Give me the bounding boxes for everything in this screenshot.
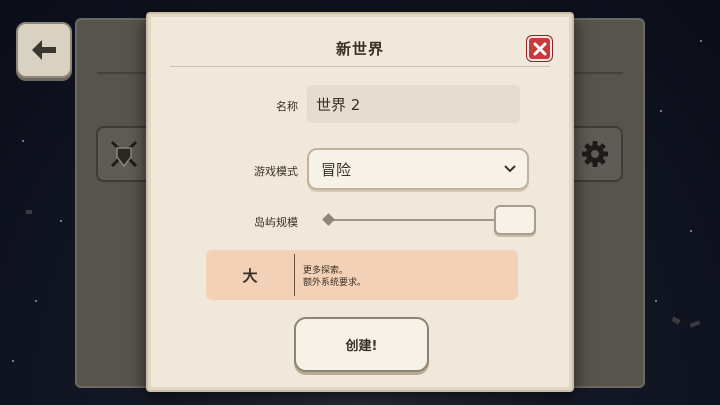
world-name-input[interactable]: 世界 2 [307, 85, 520, 123]
island-size-slider-track[interactable] [328, 219, 500, 221]
new-world-dialog: 新世界 名称 世界 2 游戏模式 冒险 岛屿规模 大 更多探索。 额外系统要求。… [146, 12, 574, 392]
dialog-title: 新世界 [335, 40, 384, 58]
create-button-label: 创建! [345, 339, 378, 354]
game-mode-select[interactable]: 冒险 [307, 148, 529, 190]
island-size-info: 大 更多探索。 额外系统要求。 [206, 250, 518, 300]
island-size-slider-thumb[interactable] [494, 205, 536, 235]
gear-icon [582, 141, 608, 167]
game-mode-label: 游戏模式 [254, 165, 298, 178]
create-button[interactable]: 创建! [294, 317, 429, 372]
close-icon [533, 42, 546, 55]
crossed-swords-shield-icon [110, 140, 138, 168]
settings-button[interactable] [567, 126, 623, 182]
slider-min-marker [322, 213, 335, 226]
combat-button[interactable] [96, 126, 152, 182]
arrow-left-icon [32, 40, 56, 60]
island-size-value: 大 [242, 266, 258, 285]
chevron-down-icon [504, 165, 516, 173]
name-label: 名称 [276, 100, 298, 113]
info-divider [294, 254, 295, 296]
size-description-line2: 额外系统要求。 [303, 278, 367, 288]
title-divider [170, 66, 550, 67]
island-size-label: 岛屿规模 [254, 216, 298, 229]
back-button[interactable] [16, 22, 72, 78]
world-name-value: 世界 2 [316, 95, 361, 114]
game-mode-value: 冒险 [321, 160, 352, 179]
close-button[interactable] [527, 36, 552, 61]
